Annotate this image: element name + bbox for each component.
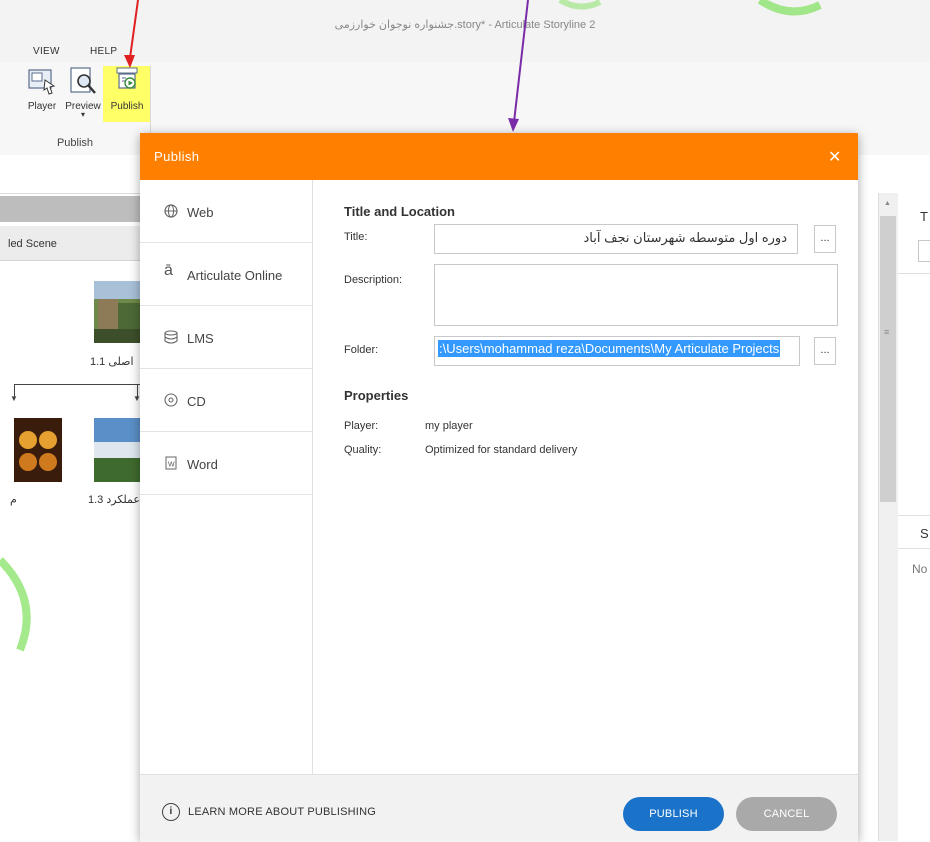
purple-arrowhead-icon [508,118,519,132]
red-arrowhead-icon [124,55,135,68]
annotation-arrows [124,0,529,132]
purple-arrow-line [513,0,529,123]
red-arrow-line [129,0,139,59]
